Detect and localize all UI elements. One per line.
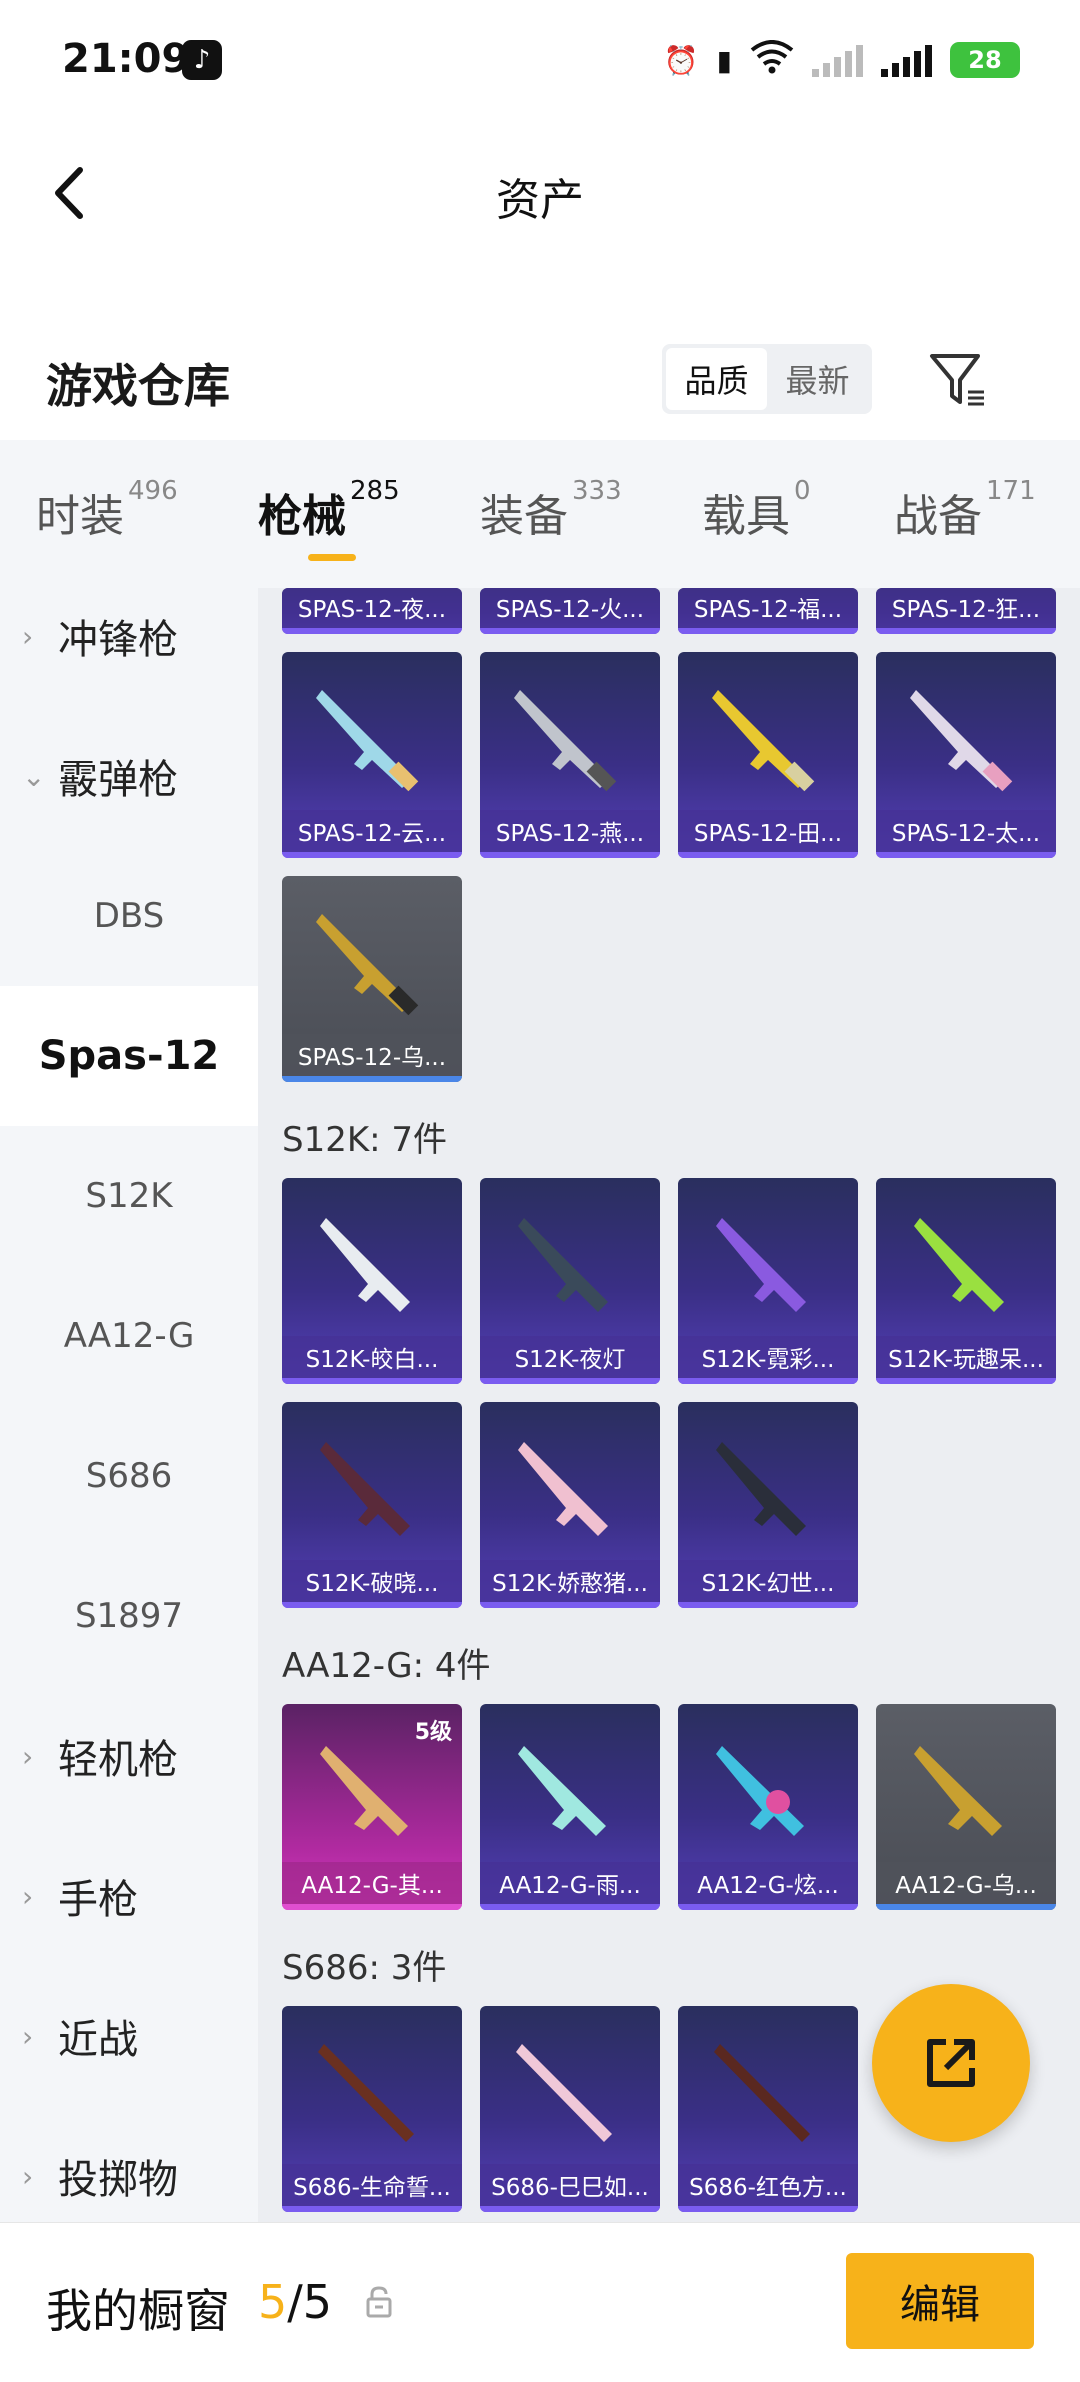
sidebar-item-smg[interactable]: › 冲锋枪: [0, 588, 258, 706]
chevron-down-icon: ⌄: [22, 759, 46, 793]
sidebar-item-aa12g[interactable]: AA12-G: [0, 1266, 258, 1406]
showcase-label: 我的橱窗: [46, 2284, 230, 2338]
edit-button[interactable]: 编辑: [846, 2253, 1034, 2349]
filter-icon[interactable]: [926, 348, 990, 412]
rifle-icon: [518, 1746, 606, 1836]
rifle-icon: [518, 1442, 608, 1536]
sidebar-item-lmg[interactable]: › 轻机枪: [0, 1686, 258, 1826]
rifle-icon: [914, 1218, 1004, 1312]
rifle-icon: [716, 1746, 804, 1836]
rifle-icon: [716, 1218, 806, 1312]
chevron-right-icon: ›: [22, 1739, 34, 1773]
weapon-card[interactable]: 5级 AA12-G-其...: [282, 1704, 462, 1910]
lock-icon: [366, 2286, 392, 2318]
status-time: 21:09: [62, 36, 190, 82]
weapon-card[interactable]: AA12-G-炫...: [678, 1704, 858, 1910]
weapon-card[interactable]: S12K-娇憨猪...: [480, 1402, 660, 1608]
group-title-aa12g: AA12-G: 4件: [282, 1646, 491, 1686]
weapon-card[interactable]: S12K-皎白...: [282, 1178, 462, 1384]
weapon-card[interactable]: SPAS-12-福...: [678, 588, 858, 634]
double-barrel-icon: [516, 2044, 612, 2142]
rifle-icon: [320, 1442, 410, 1536]
weapon-card[interactable]: S12K-玩趣呆...: [876, 1178, 1056, 1384]
wifi-icon: [750, 39, 794, 81]
showcase-bar: 我的橱窗 5/5 编辑: [0, 2222, 1080, 2382]
tab-firearms[interactable]: 枪械 285: [258, 476, 400, 544]
alarm-icon: ⏰: [663, 43, 699, 77]
vibrate-icon: ▮: [716, 43, 732, 77]
weapon-card[interactable]: S686-生命誓...: [282, 2006, 462, 2212]
weapon-card[interactable]: S12K-夜灯: [480, 1178, 660, 1384]
shotgun-icon: [910, 690, 1013, 792]
weapon-card[interactable]: S686-巳巳如...: [480, 2006, 660, 2212]
shotgun-icon: [712, 690, 815, 792]
weapon-card[interactable]: S12K-霓彩...: [678, 1178, 858, 1384]
tab-fashion[interactable]: 时装 496: [36, 476, 178, 544]
weapon-card[interactable]: AA12-G-乌...: [876, 1704, 1056, 1910]
sidebar-item-s1897[interactable]: S1897: [0, 1546, 258, 1686]
active-tab-indicator: [308, 554, 356, 561]
nav-bar: 资产: [0, 140, 1080, 250]
section-title: 游戏仓库: [46, 359, 230, 413]
weapon-card[interactable]: SPAS-12-夜...: [282, 588, 462, 634]
rifle-icon: [518, 1218, 608, 1312]
shotgun-icon: [514, 690, 617, 792]
rifle-icon: [716, 1442, 806, 1536]
tab-vehicles[interactable]: 载具 0: [702, 476, 811, 544]
warehouse-header: 游戏仓库 品质 最新: [0, 330, 1080, 430]
tab-supplies[interactable]: 战备 171: [894, 476, 1036, 544]
weapon-grid: SPAS-12-夜... SPAS-12-火... SPAS-12-福... S…: [258, 588, 1080, 2222]
chevron-right-icon: ›: [22, 2019, 34, 2053]
sort-option-newest[interactable]: 最新: [767, 348, 868, 410]
sidebar-item-throwables[interactable]: › 投掷物: [0, 2106, 258, 2222]
double-barrel-icon: [318, 2044, 414, 2142]
sidebar-item-dbs[interactable]: DBS: [0, 846, 258, 986]
rifle-icon: [914, 1746, 1002, 1836]
weapon-card[interactable]: SPAS-12-狂...: [876, 588, 1056, 634]
weapon-card[interactable]: SPAS-12-燕...: [480, 652, 660, 858]
weapon-card[interactable]: SPAS-12-太...: [876, 652, 1056, 858]
signal-icon-sim2: [881, 43, 932, 77]
sidebar-item-pistol[interactable]: › 手枪: [0, 1826, 258, 1966]
page-title: 资产: [496, 175, 584, 226]
share-button[interactable]: [872, 1984, 1030, 2142]
shotgun-icon: [316, 690, 419, 792]
battery-icon: 28: [950, 42, 1020, 78]
group-title-s12k: S12K: 7件: [282, 1120, 448, 1160]
sidebar-item-shotgun[interactable]: ⌄ 霰弹枪: [0, 706, 258, 846]
weapon-card[interactable]: S686-红色方...: [678, 2006, 858, 2212]
category-tabs: 时装 496 枪械 285 装备 333 载具 0 战备 171: [0, 440, 1080, 588]
sort-option-quality[interactable]: 品质: [666, 348, 767, 410]
weapon-card[interactable]: S12K-破晓...: [282, 1402, 462, 1608]
chevron-right-icon: ›: [22, 619, 34, 653]
signal-icon-sim1: [812, 43, 863, 77]
chevron-right-icon: ›: [22, 1879, 34, 1913]
sort-toggle: 品质 最新: [662, 344, 872, 414]
weapon-card[interactable]: AA12-G-雨...: [480, 1704, 660, 1910]
status-icons: ⏰ ▮ 28: [664, 38, 1020, 82]
tiktok-icon: ♪: [182, 40, 222, 80]
weapon-card[interactable]: S12K-幻世...: [678, 1402, 858, 1608]
weapon-type-sidebar: › 冲锋枪 ⌄ 霰弹枪 DBS Spas-12 S12K AA12-G S686 S…: [0, 588, 258, 2222]
group-title-s686: S686: 3件: [282, 1948, 447, 1988]
weapon-card[interactable]: SPAS-12-乌...: [282, 876, 462, 1082]
share-external-icon: [927, 2039, 975, 2087]
status-bar: 21:09 ♪ ⏰ ▮ 28: [0, 0, 1080, 120]
tab-equipment[interactable]: 装备 333: [480, 476, 622, 544]
weapon-card[interactable]: SPAS-12-云...: [282, 652, 462, 858]
chevron-right-icon: ›: [22, 2159, 34, 2193]
sidebar-item-spas12[interactable]: Spas-12: [0, 986, 258, 1126]
rifle-icon: [320, 1218, 410, 1312]
sidebar-item-s686[interactable]: S686: [0, 1406, 258, 1546]
weapon-card[interactable]: SPAS-12-田...: [678, 652, 858, 858]
double-barrel-icon: [714, 2044, 810, 2142]
sidebar-item-s12k[interactable]: S12K: [0, 1126, 258, 1266]
weapon-card[interactable]: SPAS-12-火...: [480, 588, 660, 634]
rifle-icon: [320, 1746, 408, 1836]
shotgun-icon: [316, 914, 419, 1016]
showcase-count: 5/5: [258, 2275, 333, 2329]
sidebar-item-melee[interactable]: › 近战: [0, 1966, 258, 2106]
